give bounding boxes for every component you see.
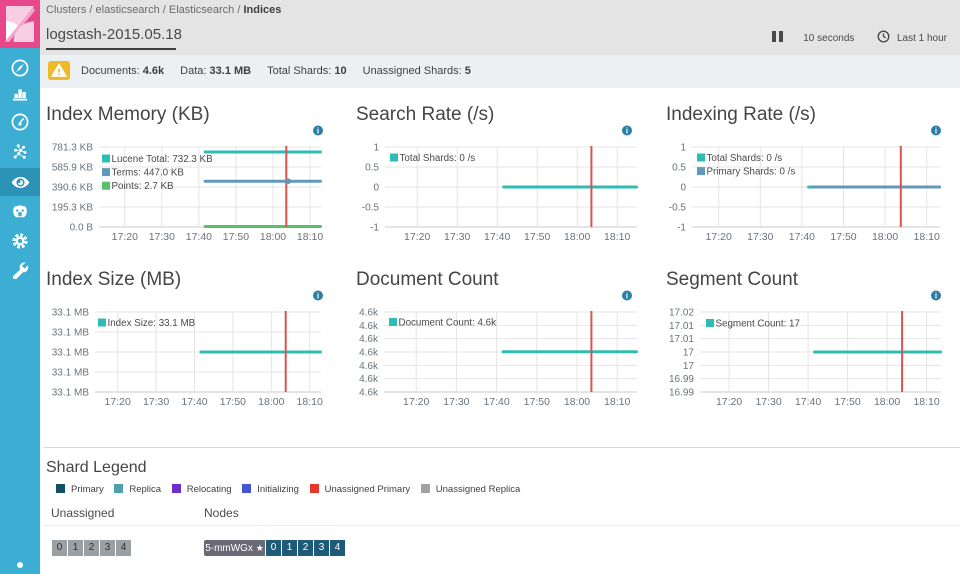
svg-text:0.5: 0.5: [365, 163, 379, 174]
svg-text:i: i: [317, 292, 319, 301]
svg-text:17:30: 17:30: [755, 396, 781, 408]
svg-text:33.1 MB: 33.1 MB: [52, 388, 90, 399]
svg-text:Segment Count: 17: Segment Count: 17: [716, 319, 800, 330]
svg-text:18:00: 18:00: [260, 231, 286, 243]
svg-text:Total Shards: 0 /s: Total Shards: 0 /s: [400, 153, 476, 164]
svg-text:16.99: 16.99: [669, 374, 694, 385]
svg-text:17:50: 17:50: [223, 231, 249, 243]
svg-text:195.3 KB: 195.3 KB: [52, 203, 93, 214]
svg-text:18:10: 18:10: [913, 396, 939, 408]
svg-text:17:30: 17:30: [443, 396, 469, 408]
svg-text:0.5: 0.5: [672, 163, 686, 174]
svg-text:17: 17: [683, 361, 695, 372]
svg-text:i: i: [935, 127, 937, 136]
svg-text:17.02: 17.02: [669, 308, 694, 319]
svg-text:4.6k: 4.6k: [359, 388, 379, 399]
svg-text:4.6k: 4.6k: [359, 361, 379, 372]
svg-text:Document Count: 4.6k: Document Count: 4.6k: [399, 318, 497, 329]
svg-text:17:20: 17:20: [403, 396, 429, 408]
svg-text:i: i: [626, 292, 628, 301]
svg-text:33.1 MB: 33.1 MB: [52, 368, 90, 379]
svg-text:585.9 KB: 585.9 KB: [52, 163, 93, 174]
svg-text:0: 0: [373, 183, 379, 194]
svg-text:17:50: 17:50: [830, 231, 856, 243]
svg-text:17:20: 17:20: [105, 396, 131, 408]
svg-text:17:40: 17:40: [181, 396, 207, 408]
svg-text:Lucene Total: 732.3 KB: Lucene Total: 732.3 KB: [112, 154, 214, 165]
svg-text:17:40: 17:40: [483, 396, 509, 408]
svg-text:-0.5: -0.5: [362, 203, 380, 214]
svg-text:-1: -1: [370, 223, 379, 234]
svg-text:18:00: 18:00: [874, 396, 900, 408]
svg-text:17:30: 17:30: [149, 231, 175, 243]
svg-text:1: 1: [373, 143, 379, 154]
svg-text:4.6k: 4.6k: [359, 374, 379, 385]
svg-text:18:00: 18:00: [872, 231, 898, 243]
svg-text:781.3 KB: 781.3 KB: [52, 143, 93, 154]
svg-text:18:00: 18:00: [564, 396, 590, 408]
svg-text:-0.5: -0.5: [669, 203, 687, 214]
svg-text:17:20: 17:20: [404, 231, 430, 243]
svg-text:17:50: 17:50: [524, 231, 550, 243]
svg-text:17:30: 17:30: [143, 396, 169, 408]
svg-text:17:20: 17:20: [706, 231, 732, 243]
svg-text:33.1 MB: 33.1 MB: [52, 328, 90, 339]
svg-text:17.01: 17.01: [669, 321, 694, 332]
svg-text:17:40: 17:40: [795, 396, 821, 408]
svg-text:33.1 MB: 33.1 MB: [52, 348, 90, 359]
svg-text:18:10: 18:10: [604, 231, 630, 243]
svg-text:Primary Shards: 0 /s: Primary Shards: 0 /s: [707, 167, 796, 178]
svg-text:17:30: 17:30: [444, 231, 470, 243]
svg-text:i: i: [626, 127, 628, 136]
svg-text:0.0 B: 0.0 B: [70, 223, 94, 234]
svg-text:i: i: [935, 292, 937, 301]
svg-text:18:10: 18:10: [604, 396, 630, 408]
svg-text:17:50: 17:50: [834, 396, 860, 408]
svg-text:18:00: 18:00: [564, 231, 590, 243]
svg-text:1: 1: [680, 143, 686, 154]
svg-text:Index Size: 33.1 MB: Index Size: 33.1 MB: [108, 318, 196, 329]
svg-text:0: 0: [680, 183, 686, 194]
svg-text:Total Shards: 0 /s: Total Shards: 0 /s: [707, 153, 783, 164]
svg-text:Terms: 447.0 KB: Terms: 447.0 KB: [112, 168, 185, 179]
svg-text:Points: 2.7 KB: Points: 2.7 KB: [112, 181, 175, 192]
svg-text:4.6k: 4.6k: [359, 321, 379, 332]
svg-text:18:10: 18:10: [297, 396, 323, 408]
svg-text:17:40: 17:40: [186, 231, 212, 243]
svg-text:17:50: 17:50: [524, 396, 550, 408]
svg-text:4.6k: 4.6k: [359, 334, 379, 345]
svg-text:17.01: 17.01: [669, 334, 694, 345]
svg-text:4.6k: 4.6k: [359, 308, 379, 319]
svg-text:33.1 MB: 33.1 MB: [52, 308, 90, 319]
svg-text:17:40: 17:40: [484, 231, 510, 243]
svg-text:18:10: 18:10: [297, 231, 323, 243]
svg-text:-1: -1: [677, 223, 686, 234]
svg-text:17:50: 17:50: [220, 396, 246, 408]
svg-text:390.6 KB: 390.6 KB: [52, 183, 93, 194]
svg-text:17:20: 17:20: [112, 231, 138, 243]
svg-text:17:30: 17:30: [747, 231, 773, 243]
svg-text:16.99: 16.99: [669, 388, 694, 399]
svg-text:17:40: 17:40: [789, 231, 815, 243]
svg-text:18:10: 18:10: [914, 231, 940, 243]
svg-text:4.6k: 4.6k: [359, 348, 379, 359]
svg-text:17:20: 17:20: [716, 396, 742, 408]
svg-text:18:00: 18:00: [258, 396, 284, 408]
svg-text:17: 17: [683, 348, 695, 359]
svg-text:i: i: [317, 127, 319, 136]
